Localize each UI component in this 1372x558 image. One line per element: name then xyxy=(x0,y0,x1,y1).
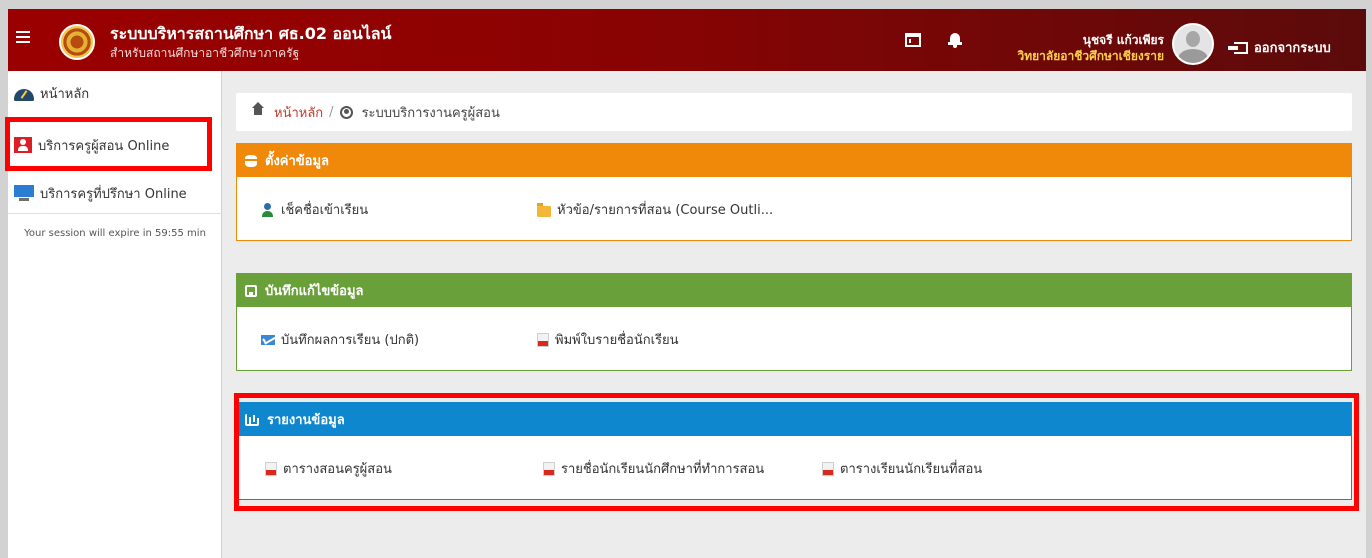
institution-logo xyxy=(59,24,95,60)
main-content: หน้าหลัก / ระบบบริการงานครูผู้สอน ตั้งค่… xyxy=(222,71,1366,558)
app-subtitle: สำหรับสถานศึกษาอาชีวศึกษาภาครัฐ xyxy=(110,46,300,60)
pdf-icon xyxy=(537,332,549,347)
panel-settings-header: ตั้งค่าข้อมูล xyxy=(237,144,1351,177)
sidebar-item-label: หน้าหลัก xyxy=(40,86,90,102)
sign-out-icon xyxy=(1228,41,1248,54)
breadcrumb-home-link[interactable]: หน้าหลัก xyxy=(274,102,323,123)
panel-record: บันทึกแก้ไขข้อมูล บันทึกผลการเรียน (ปกติ… xyxy=(236,273,1352,371)
session-timer: Your session will expire in 59:55 min xyxy=(8,213,222,239)
database-icon xyxy=(245,154,257,167)
user-college: วิทยาลัยอาชีวศึกษาเชียงราย xyxy=(1017,49,1164,63)
avatar[interactable] xyxy=(1172,23,1214,65)
user-circle-icon xyxy=(339,105,353,119)
logout-label: ออกจากระบบ xyxy=(1254,41,1331,56)
floppy-disk-icon xyxy=(245,284,257,297)
link-label: หัวข้อ/รายการที่สอน (Course Outli... xyxy=(557,203,774,218)
sidebar-item-advisor-service[interactable]: บริการครูที่ปรึกษา Online xyxy=(8,173,222,213)
panel-record-body: บันทึกผลการเรียน (ปกติ) พิมพ์ใบรายชื่อนั… xyxy=(237,307,1351,367)
panel-record-title: บันทึกแก้ไขข้อมูล xyxy=(265,284,364,299)
highlight-box-sidebar xyxy=(5,117,212,171)
monitor-icon xyxy=(14,185,34,201)
link-label: บันทึกผลการเรียน (ปกติ) xyxy=(281,333,420,348)
envelope-icon xyxy=(261,334,275,345)
breadcrumb-separator: / xyxy=(329,104,334,120)
user-check-icon xyxy=(261,202,275,217)
bell-icon[interactable] xyxy=(948,33,962,48)
top-header: ระบบบริหารสถานศึกษา ศธ.02 ออนไลน์ สำหรับ… xyxy=(8,9,1366,71)
panel-settings-title: ตั้งค่าข้อมูล xyxy=(265,154,330,169)
screenshot-frame: ระบบบริหารสถานศึกษา ศธ.02 ออนไลน์ สำหรับ… xyxy=(0,0,1372,558)
dashboard-gauge-icon xyxy=(14,89,34,101)
panel-settings-body: เช็คชื่อเข้าเรียน หัวข้อ/รายการที่สอน (C… xyxy=(237,177,1351,237)
breadcrumb: หน้าหลัก / ระบบบริการงานครูผู้สอน xyxy=(236,93,1352,131)
hamburger-icon[interactable] xyxy=(16,31,30,45)
link-print-student-list[interactable]: พิมพ์ใบรายชื่อนักเรียน xyxy=(537,329,679,350)
link-label: เช็คชื่อเข้าเรียน xyxy=(281,203,369,218)
folder-icon xyxy=(537,202,551,217)
home-icon xyxy=(252,102,264,117)
link-attendance-check[interactable]: เช็คชื่อเข้าเรียน xyxy=(261,199,368,220)
panel-settings: ตั้งค่าข้อมูล เช็คชื่อเข้าเรียน หัวข้อ/ร… xyxy=(236,143,1352,241)
highlight-box-report xyxy=(234,393,1359,511)
sidebar-item-label: บริการครูที่ปรึกษา Online xyxy=(40,186,187,202)
breadcrumb-current: ระบบบริการงานครูผู้สอน xyxy=(361,105,500,121)
link-label: พิมพ์ใบรายชื่อนักเรียน xyxy=(555,333,679,348)
link-course-outline[interactable]: หัวข้อ/รายการที่สอน (Course Outli... xyxy=(537,199,773,220)
calendar-icon[interactable] xyxy=(905,33,921,47)
link-record-grades[interactable]: บันทึกผลการเรียน (ปกติ) xyxy=(261,329,419,350)
sidebar-item-home[interactable]: หน้าหลัก xyxy=(8,79,222,107)
logout-button[interactable]: ออกจากระบบ xyxy=(1228,37,1331,58)
panel-record-header: บันทึกแก้ไขข้อมูล xyxy=(237,274,1351,307)
